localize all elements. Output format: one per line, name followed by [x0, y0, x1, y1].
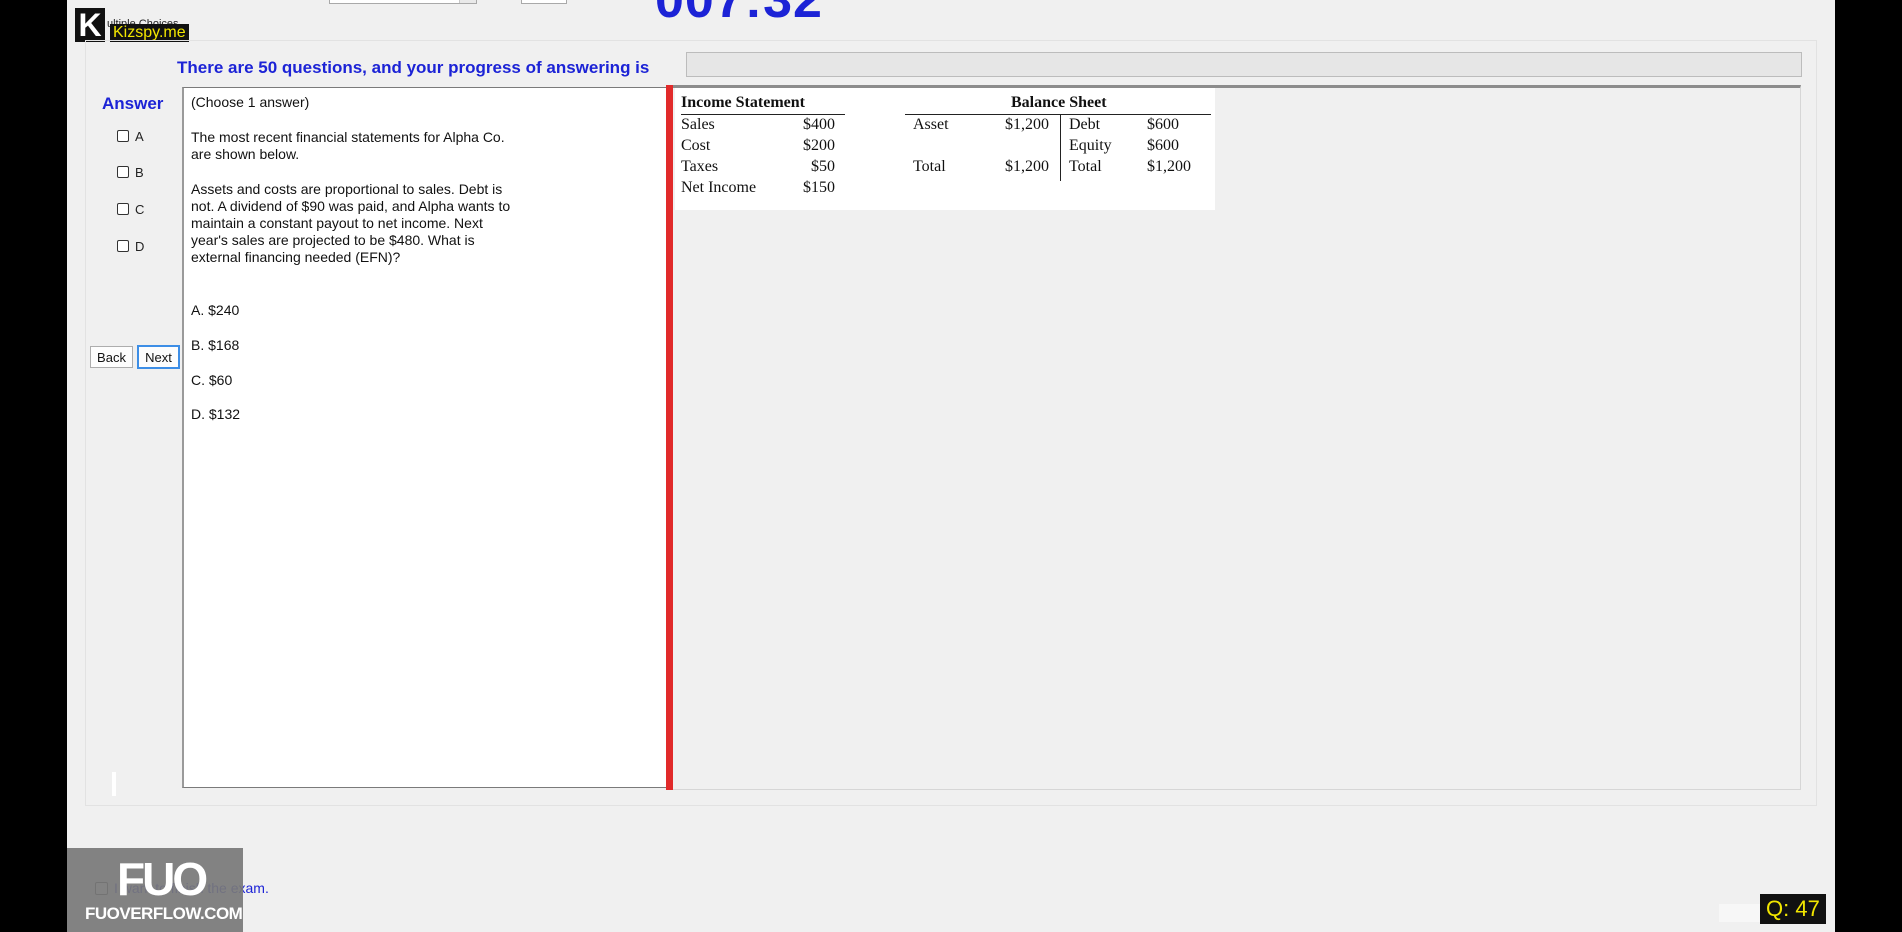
income-label: Sales: [681, 116, 715, 133]
checkbox-b[interactable]: [117, 166, 129, 178]
choice-d: D. $132: [191, 406, 241, 422]
income-value: $150: [803, 179, 835, 196]
choice-b: B. $168: [191, 337, 240, 353]
asset-label: Asset: [913, 116, 949, 133]
checkbox-c[interactable]: [117, 203, 129, 215]
financial-statements-image: Income Statement Sales $400 Cost $200 Ta…: [675, 88, 1215, 210]
income-label: Cost: [681, 137, 711, 154]
debt-value: $600: [1147, 116, 1179, 133]
option-label: B: [135, 164, 144, 180]
image-panel: Income Statement Sales $400 Cost $200 Ta…: [673, 85, 1801, 790]
income-label: Net Income: [681, 179, 757, 196]
answer-option-a[interactable]: A: [117, 128, 144, 144]
next-button[interactable]: Next: [137, 345, 180, 369]
checkbox-a[interactable]: [117, 130, 129, 142]
question-combo[interactable]: [329, 0, 477, 4]
logo-letter: K: [78, 7, 102, 43]
answer-option-d[interactable]: D: [117, 238, 144, 254]
total-liabilities-label: Total: [1069, 158, 1102, 175]
balance-divider: [1060, 115, 1061, 181]
chevron-down-icon[interactable]: [459, 0, 476, 3]
question-paragraph-1: The most recent financial statements for…: [191, 129, 505, 162]
question-number-badge: Q: 47: [1760, 894, 1826, 924]
question-instruction: (Choose 1 answer): [191, 94, 310, 110]
option-label: D: [135, 238, 145, 254]
watermark-site: FUOVERFLOW.COM: [85, 904, 243, 923]
logo-icon: K: [75, 8, 105, 42]
income-label: Taxes: [681, 158, 719, 175]
total-liabilities-value: $1,200: [1147, 158, 1191, 175]
income-value: $50: [811, 158, 835, 175]
answer-option-b[interactable]: B: [117, 164, 144, 180]
balance-sheet-title: Balance Sheet: [1011, 94, 1107, 111]
debt-label: Debt: [1069, 116, 1101, 133]
total-assets-value: $1,200: [1005, 158, 1049, 175]
text-cursor: [112, 772, 116, 796]
income-statement-title: Income Statement: [681, 94, 805, 111]
equity-value: $600: [1147, 137, 1179, 154]
watermark-mark: FUO: [117, 853, 208, 905]
back-button[interactable]: Back: [90, 346, 133, 368]
progress-label: There are 50 questions, and your progres…: [177, 58, 650, 77]
income-underline: [681, 114, 845, 115]
choice-c: C. $60: [191, 372, 233, 388]
income-value: $400: [803, 116, 835, 133]
panel-splitter[interactable]: [666, 85, 673, 790]
balance-underline: [905, 114, 1211, 115]
progress-bar: [686, 52, 1802, 77]
total-assets-label: Total: [913, 158, 946, 175]
question-paragraph-2: Assets and costs are proportional to sal…: [191, 181, 511, 265]
small-field[interactable]: [521, 0, 567, 4]
answer-heading: Answer: [102, 94, 164, 113]
exam-window: 007:32 ultiple Choices K Kizspy.me There…: [67, 0, 1835, 932]
question-panel[interactable]: (Choose 1 answer) The most recent financ…: [182, 87, 666, 788]
countdown-timer: 007:32: [655, 0, 823, 29]
watermark-logo: FUO FUOVERFLOW.COM: [67, 848, 243, 932]
choice-a: A. $240: [191, 302, 240, 318]
option-label: A: [135, 128, 144, 144]
badge-backdrop: [1719, 904, 1763, 922]
checkbox-d[interactable]: [117, 240, 129, 252]
option-label: C: [135, 201, 145, 217]
answer-option-c[interactable]: C: [117, 201, 144, 217]
equity-label: Equity: [1069, 137, 1112, 154]
asset-value: $1,200: [1005, 116, 1049, 133]
income-value: $200: [803, 137, 835, 154]
